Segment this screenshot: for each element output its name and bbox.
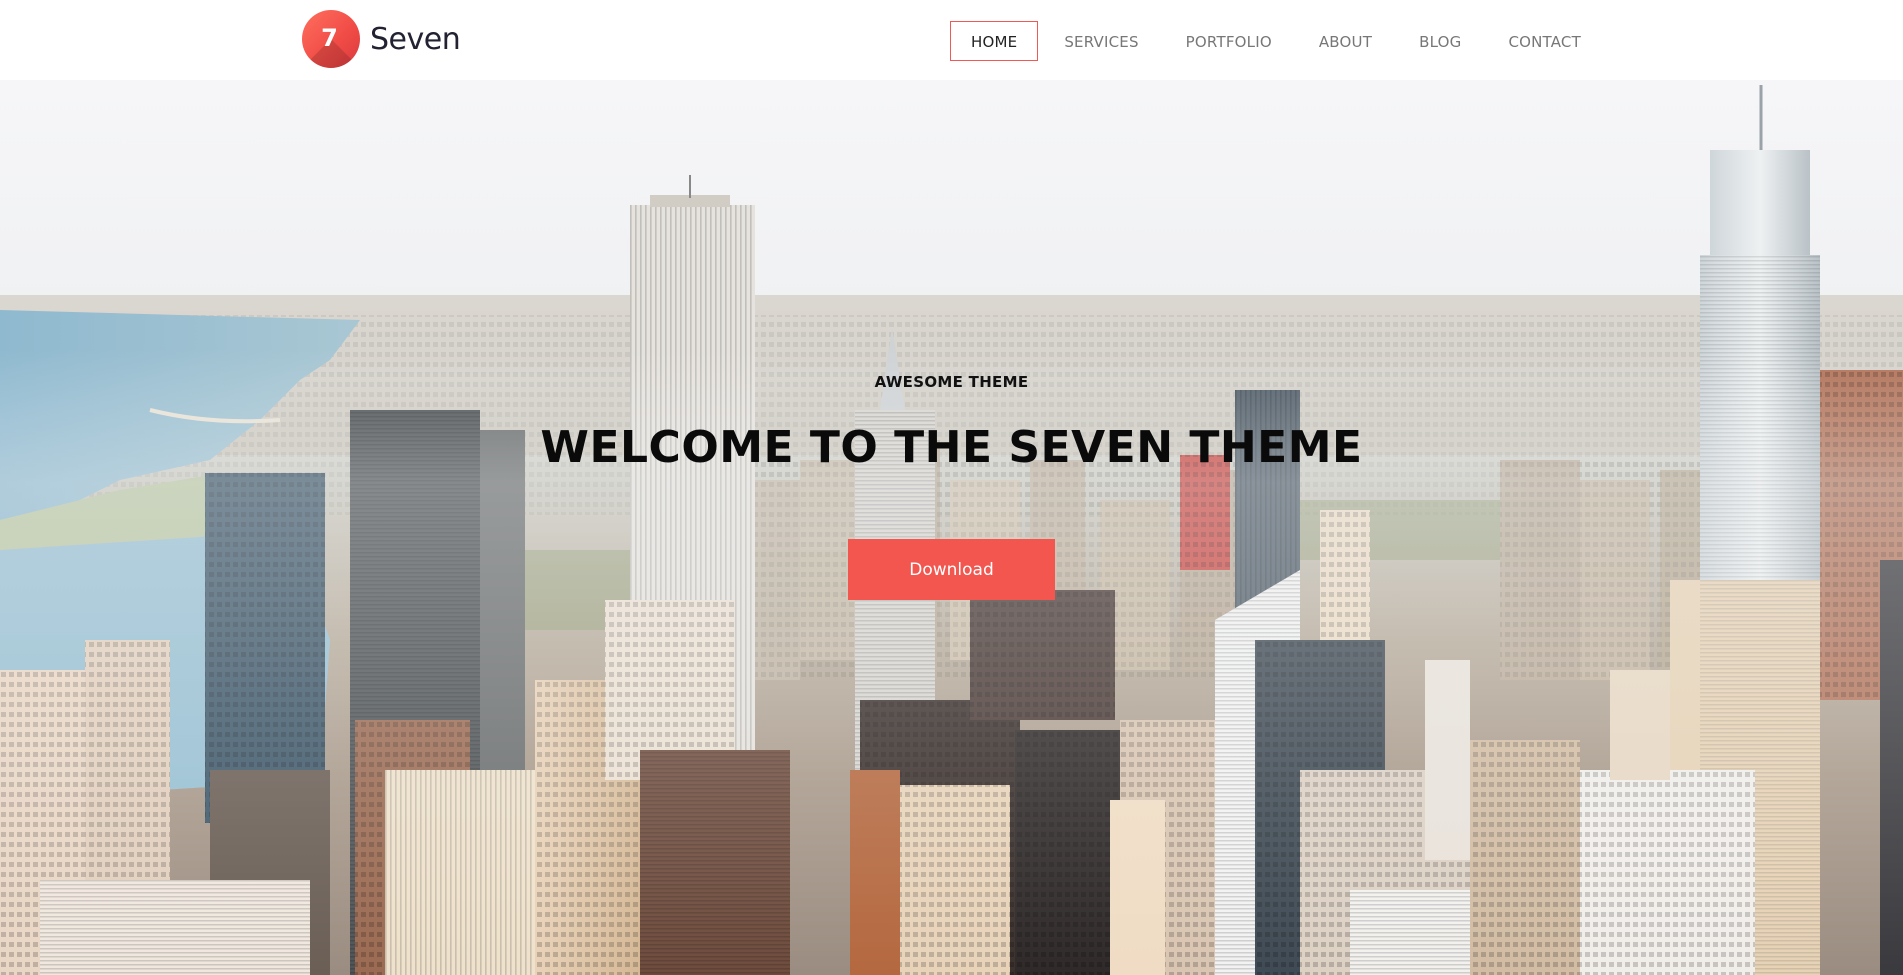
nav-item-services[interactable]: SERVICES: [1043, 21, 1159, 61]
logo-badge-icon: 7: [302, 10, 360, 68]
site-logo[interactable]: 7 Seven: [302, 10, 461, 68]
hero-title: WELCOME TO THE SEVEN THEME: [540, 422, 1363, 473]
download-button[interactable]: Download: [848, 539, 1055, 600]
nav-item-home[interactable]: HOME: [950, 21, 1039, 61]
nav-item-about[interactable]: ABOUT: [1298, 21, 1393, 61]
nav-item-portfolio[interactable]: PORTFOLIO: [1165, 21, 1293, 61]
hero-content: AWESOME THEME WELCOME TO THE SEVEN THEME…: [0, 80, 1903, 975]
nav-item-blog[interactable]: BLOG: [1398, 21, 1482, 61]
site-header: 7 Seven HOME SERVICES PORTFOLIO ABOUT BL…: [0, 0, 1903, 80]
nav-item-contact[interactable]: CONTACT: [1487, 21, 1602, 61]
main-nav: HOME SERVICES PORTFOLIO ABOUT BLOG CONTA…: [950, 21, 1607, 61]
hero-subtitle: AWESOME THEME: [874, 373, 1029, 391]
logo-digit: 7: [321, 24, 338, 52]
logo-text: Seven: [370, 21, 461, 57]
hero-section: AWESOME THEME WELCOME TO THE SEVEN THEME…: [0, 80, 1903, 975]
